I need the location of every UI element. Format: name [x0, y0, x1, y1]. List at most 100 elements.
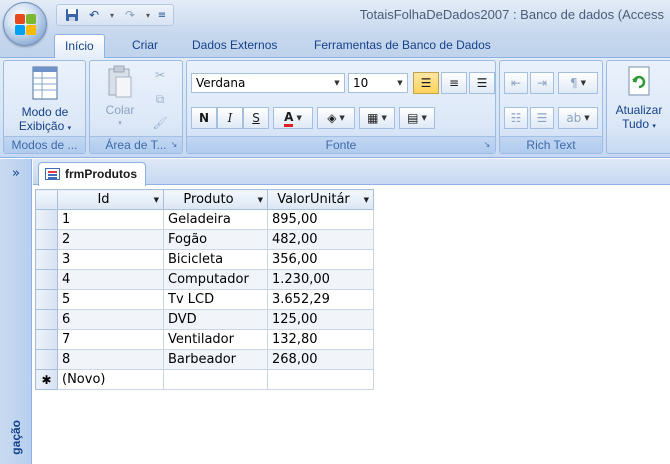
- record-selector[interactable]: [35, 229, 58, 250]
- cell-id[interactable]: 8: [57, 349, 164, 370]
- record-selector[interactable]: [35, 309, 58, 330]
- cell-produto[interactable]: Fogão: [163, 229, 268, 250]
- ribbon: Modo de Exibição ▾ Modos de ... Colar ▾ …: [0, 58, 670, 158]
- cell-valor[interactable]: 356,00: [267, 249, 374, 270]
- cell-valor[interactable]: 3.652,29: [267, 289, 374, 310]
- cell-id[interactable]: 5: [57, 289, 164, 310]
- paste-dropdown-icon: ▾: [118, 120, 122, 127]
- tab-ferramentas-banco-dados[interactable]: Ferramentas de Banco de Dados: [304, 34, 501, 58]
- cell-produto[interactable]: Tv LCD: [163, 289, 268, 310]
- cell-produto[interactable]: Geladeira: [163, 209, 268, 230]
- new-record-row: ✱ (Novo): [35, 369, 374, 390]
- paste-button[interactable]: Colar ▾: [94, 65, 146, 131]
- save-icon[interactable]: [63, 6, 81, 24]
- group-views: Modo de Exibição ▾ Modos de ...: [3, 60, 86, 154]
- cell-valor[interactable]: [267, 369, 374, 390]
- copy-icon[interactable]: ⧉: [150, 89, 170, 109]
- select-all-cell[interactable]: [35, 189, 58, 210]
- paragraph-direction-icon: ¶: [569, 76, 578, 90]
- redo-dropdown-icon[interactable]: ▾: [143, 6, 153, 24]
- record-selector[interactable]: [35, 289, 58, 310]
- cell-id[interactable]: 6: [57, 309, 164, 330]
- redo-icon[interactable]: ↷: [121, 6, 139, 24]
- font-size-dropdown-icon[interactable]: ▼: [393, 74, 407, 92]
- view-button[interactable]: Modo de Exibição ▾: [8, 65, 82, 136]
- decrease-indent-button[interactable]: ⇤: [504, 72, 528, 94]
- column-filter-dropdown-icon[interactable]: ▼: [258, 196, 263, 204]
- italic-button[interactable]: I: [217, 107, 243, 129]
- group-rich-text-label: Rich Text: [500, 136, 602, 153]
- record-selector[interactable]: [35, 209, 58, 230]
- new-record-icon[interactable]: ✱: [35, 369, 58, 390]
- text-direction-button[interactable]: ¶ ▼: [558, 72, 598, 94]
- cell-valor[interactable]: 125,00: [267, 309, 374, 330]
- cell-produto[interactable]: DVD: [163, 309, 268, 330]
- cell-produto[interactable]: Bicicleta: [163, 249, 268, 270]
- font-name-dropdown-icon[interactable]: ▼: [330, 74, 344, 92]
- cell-id[interactable]: 7: [57, 329, 164, 350]
- cell-id[interactable]: 4: [57, 269, 164, 290]
- font-color-button[interactable]: A ▼: [273, 107, 313, 129]
- increase-indent-button[interactable]: ⇥: [530, 72, 554, 94]
- undo-dropdown-icon[interactable]: ▾: [107, 6, 117, 24]
- font-name-combo[interactable]: Verdana ▼: [191, 73, 345, 93]
- view-icon: [30, 65, 60, 101]
- record-selector[interactable]: [35, 329, 58, 350]
- underline-button[interactable]: S: [243, 107, 269, 129]
- datasheet-grid: Id ▼ Produto ▼ ValorUnitár ▼ 1 Geladeira 89…: [35, 189, 374, 390]
- align-right-button[interactable]: ☰: [469, 72, 495, 94]
- column-header-label: Produto: [183, 192, 234, 207]
- new-record-cell[interactable]: (Novo): [57, 369, 164, 390]
- column-header-valorunitario[interactable]: ValorUnitár ▼: [267, 189, 374, 210]
- refresh-dropdown-icon: ▾: [652, 123, 656, 130]
- cell-valor[interactable]: 132,80: [267, 329, 374, 350]
- alternate-fill-button[interactable]: ▤ ▼: [399, 107, 435, 129]
- tab-inicio[interactable]: Início: [54, 34, 105, 59]
- title-bar: ↶ ▾ ↷ ▾ ≡ TotaisFolhaDeDados2007 : Banco…: [0, 0, 670, 32]
- column-filter-dropdown-icon[interactable]: ▼: [364, 196, 369, 204]
- text-direction-dropdown-icon: ▼: [580, 79, 587, 87]
- align-left-button[interactable]: ☰: [413, 72, 439, 94]
- tab-criar[interactable]: Criar: [122, 34, 168, 58]
- alternate-fill-dropdown-icon: ▼: [421, 114, 427, 122]
- cell-valor[interactable]: 895,00: [267, 209, 374, 230]
- clipboard-launcher-icon[interactable]: ↘: [169, 140, 179, 150]
- cut-icon[interactable]: ✂: [150, 65, 170, 85]
- gridlines-button[interactable]: ▦ ▼: [359, 107, 395, 129]
- column-header-id[interactable]: Id ▼: [57, 189, 164, 210]
- cell-id[interactable]: 2: [57, 229, 164, 250]
- cell-produto[interactable]: Barbeador: [163, 349, 268, 370]
- customize-icon[interactable]: ≡: [157, 6, 167, 24]
- column-header-produto[interactable]: Produto ▼: [163, 189, 268, 210]
- font-size-combo[interactable]: 10 ▼: [348, 73, 408, 93]
- navigation-pane-label[interactable]: gação: [9, 420, 23, 455]
- table-row: 8 Barbeador 268,00: [35, 349, 374, 370]
- document-tab-frmprodutos[interactable]: frmProdutos: [38, 162, 146, 186]
- cell-produto[interactable]: [163, 369, 268, 390]
- highlight-button[interactable]: ab ▼: [558, 107, 598, 129]
- font-launcher-icon[interactable]: ↘: [482, 140, 492, 150]
- cell-id[interactable]: 1: [57, 209, 164, 230]
- record-selector[interactable]: [35, 249, 58, 270]
- table-row: 4 Computador 1.230,00: [35, 269, 374, 290]
- refresh-all-button[interactable]: Atualizar Tudo ▾: [609, 65, 669, 134]
- cell-produto[interactable]: Ventilador: [163, 329, 268, 350]
- undo-icon[interactable]: ↶: [85, 6, 103, 24]
- nav-pane-toggle-icon[interactable]: »: [0, 159, 32, 189]
- bulleted-list-button[interactable]: ☰: [530, 107, 554, 129]
- cell-id[interactable]: 3: [57, 249, 164, 270]
- record-selector[interactable]: [35, 349, 58, 370]
- bold-button[interactable]: N: [191, 107, 217, 129]
- cell-valor[interactable]: 482,00: [267, 229, 374, 250]
- office-button[interactable]: [3, 2, 47, 46]
- cell-valor[interactable]: 1.230,00: [267, 269, 374, 290]
- cell-produto[interactable]: Computador: [163, 269, 268, 290]
- align-center-button[interactable]: ≡: [441, 72, 467, 94]
- numbered-list-button[interactable]: ☷: [504, 107, 528, 129]
- format-painter-icon[interactable]: 🖌: [150, 113, 170, 133]
- column-filter-dropdown-icon[interactable]: ▼: [154, 196, 159, 204]
- tab-dados-externos[interactable]: Dados Externos: [182, 34, 287, 58]
- cell-valor[interactable]: 268,00: [267, 349, 374, 370]
- record-selector[interactable]: [35, 269, 58, 290]
- fill-color-button[interactable]: ◈ ▼: [317, 107, 355, 129]
